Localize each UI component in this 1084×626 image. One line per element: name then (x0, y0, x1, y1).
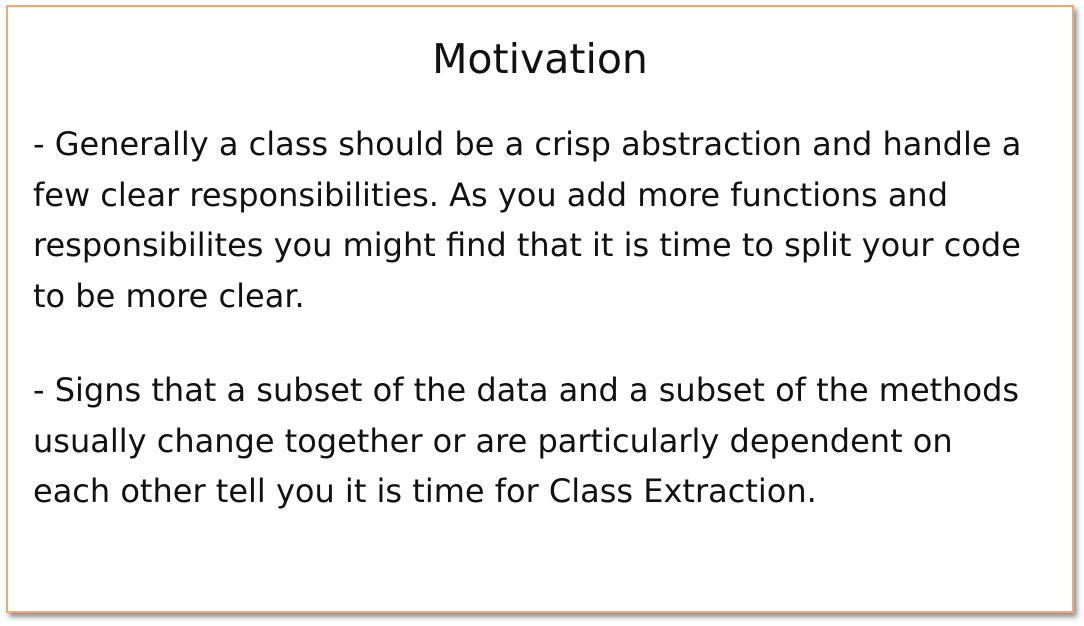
slide-title: Motivation (432, 35, 648, 83)
paragraph-signs: - Signs that a subset of the data and a … (33, 371, 1020, 510)
paragraph-responsibilities: - Generally a class should be a crisp ab… (33, 125, 1022, 315)
slide-frame: Motivation - Generally a class should be… (6, 5, 1074, 613)
